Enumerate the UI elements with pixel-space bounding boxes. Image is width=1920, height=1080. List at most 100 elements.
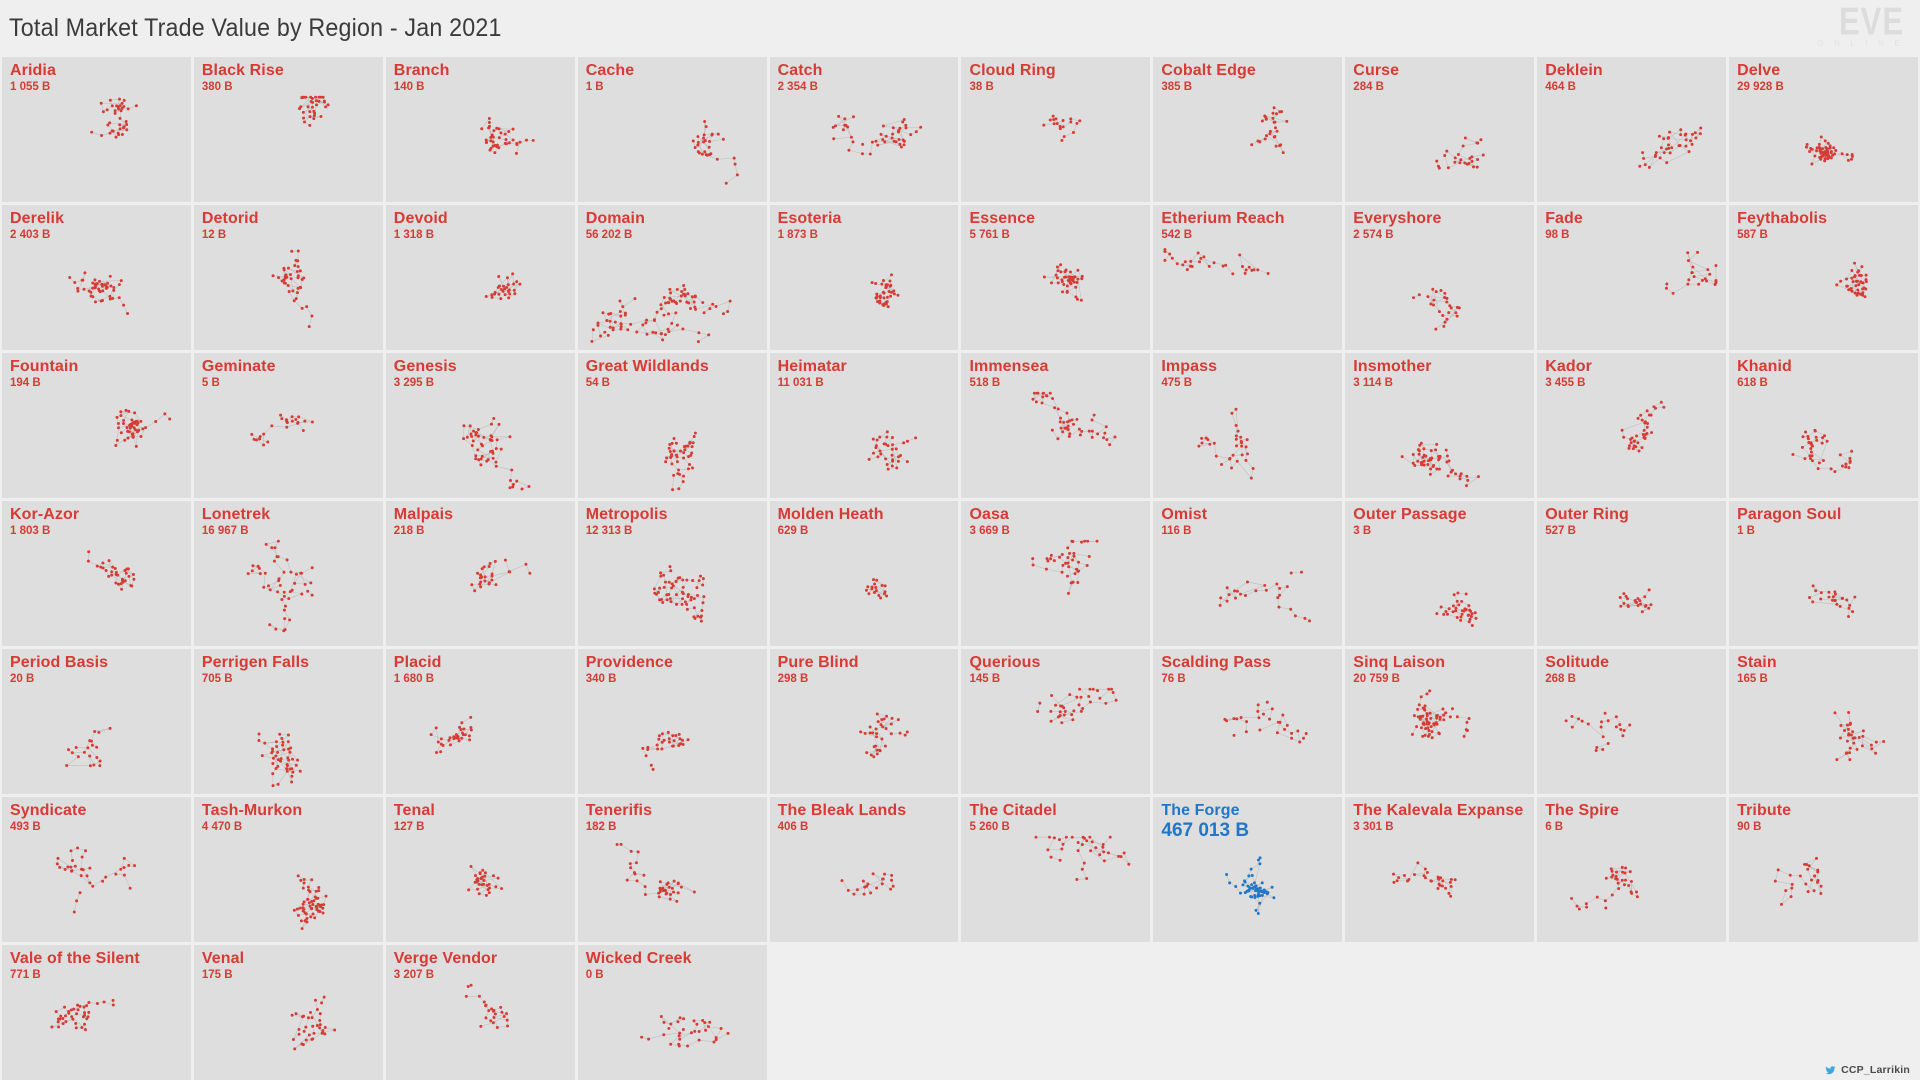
region-value: 464 B — [1545, 81, 1576, 93]
region-cell[interactable]: Devoid 1 318 B — [385, 205, 575, 350]
region-cell[interactable]: The Kalevala Expanse 3 301 B — [1345, 797, 1535, 942]
region-name: Essence — [969, 210, 1036, 227]
region-cell[interactable]: Fade 98 B — [1537, 205, 1727, 350]
region-cell[interactable]: Outer Ring 527 B — [1537, 501, 1727, 646]
region-value: 518 B — [969, 377, 1001, 389]
region-cell[interactable]: Essence 5 761 B — [961, 205, 1151, 350]
region-cell[interactable]: Providence 340 B — [577, 649, 767, 794]
region-grid: Aridia 1 055 B Black Rise 380 B Branch 140 B C… — [0, 57, 1920, 1080]
region-cell[interactable]: Great Wildlands 54 B — [577, 353, 767, 498]
region-cell[interactable]: Feythabolis 587 B — [1729, 205, 1918, 350]
region-cell[interactable]: Metropolis 12 313 B — [577, 501, 767, 646]
region-cell[interactable]: Branch 140 B — [385, 57, 575, 202]
region-cell[interactable]: Tenerifis 182 B — [577, 797, 767, 942]
eve-logo-wordmark: EVE — [1838, 0, 1904, 44]
region-value: 3 301 B — [1353, 821, 1394, 833]
credit: CCP_Larrikin — [1824, 1064, 1910, 1076]
region-cell[interactable]: Kor-Azor 1 803 B — [2, 501, 191, 646]
region-cell[interactable]: Vale of the Silent 771 B — [2, 945, 191, 1080]
region-cell[interactable]: The Spire 6 B — [1537, 797, 1727, 942]
region-cell[interactable]: Domain 56 202 B — [577, 205, 767, 350]
region-name: Placid — [393, 654, 442, 671]
region-value: 12 313 B — [585, 525, 633, 537]
region-cell[interactable]: Omist 116 B — [1153, 501, 1343, 646]
region-cell[interactable]: Cobalt Edge 385 B — [1153, 57, 1343, 202]
region-name: Great Wildlands — [585, 358, 709, 375]
region-value: 618 B — [1737, 377, 1768, 389]
region-cell[interactable]: Insmother 3 114 B — [1345, 353, 1535, 498]
region-value: 268 B — [1545, 673, 1576, 685]
region-cell[interactable]: Lonetrek 16 967 B — [193, 501, 383, 646]
region-cell[interactable]: Delve 29 928 B — [1729, 57, 1918, 202]
region-cell[interactable]: Paragon Soul 1 B — [1729, 501, 1918, 646]
region-cell[interactable]: Detorid 12 B — [193, 205, 383, 350]
region-value: 218 B — [393, 525, 425, 537]
region-cell[interactable]: Tribute 90 B — [1729, 797, 1918, 942]
region-value: 6 B — [1545, 821, 1564, 833]
region-name: Delve — [1737, 62, 1781, 79]
region-cell[interactable]: The Bleak Lands 406 B — [769, 797, 959, 942]
region-value: 5 B — [201, 377, 220, 389]
region-cell[interactable]: The Citadel 5 260 B — [961, 797, 1151, 942]
region-cell[interactable]: Sinq Laison 20 759 B — [1345, 649, 1535, 794]
region-cell[interactable]: Tenal 127 B — [385, 797, 575, 942]
region-cell[interactable]: Immensea 518 B — [961, 353, 1151, 498]
region-cell[interactable]: Everyshore 2 574 B — [1345, 205, 1535, 350]
region-cell[interactable]: Etherium Reach 542 B — [1153, 205, 1343, 350]
region-cell[interactable]: Khanid 618 B — [1729, 353, 1918, 498]
region-cell[interactable]: The Forge 467 013 B — [1153, 797, 1343, 942]
region-name: Esoteria — [777, 210, 842, 227]
region-name: Verge Vendor — [393, 950, 498, 967]
region-cell[interactable]: Solitude 268 B — [1537, 649, 1727, 794]
region-cell[interactable]: Heimatar 11 031 B — [769, 353, 959, 498]
region-name: Everyshore — [1353, 210, 1442, 227]
region-cell[interactable]: Curse 284 B — [1345, 57, 1535, 202]
region-cell[interactable]: Molden Heath 629 B — [769, 501, 959, 646]
region-cell[interactable]: Querious 145 B — [961, 649, 1151, 794]
region-cell[interactable]: Pure Blind 298 B — [769, 649, 959, 794]
region-value: 116 B — [1161, 525, 1192, 537]
region-name: Cloud Ring — [969, 62, 1056, 79]
region-cell[interactable]: Perrigen Falls 705 B — [193, 649, 383, 794]
region-cell[interactable]: Syndicate 493 B — [2, 797, 191, 942]
region-value: 380 B — [201, 81, 233, 93]
region-cell[interactable]: Geminate 5 B — [193, 353, 383, 498]
region-name: Sinq Laison — [1353, 654, 1446, 671]
region-name: Pure Blind — [777, 654, 859, 671]
region-cell[interactable]: Malpais 218 B — [385, 501, 575, 646]
region-value: 20 B — [10, 673, 35, 685]
region-cell[interactable]: Venal 175 B — [193, 945, 383, 1080]
region-cell[interactable]: Catch 2 354 B — [769, 57, 959, 202]
region-name: Syndicate — [10, 802, 87, 819]
region-cell[interactable]: Tash-Murkon 4 470 B — [193, 797, 383, 942]
region-name: Devoid — [393, 210, 448, 227]
region-cell[interactable]: Kador 3 455 B — [1537, 353, 1727, 498]
region-value: 20 759 B — [1353, 673, 1400, 685]
region-name: The Bleak Lands — [777, 802, 907, 819]
region-cell[interactable]: Esoteria 1 873 B — [769, 205, 959, 350]
region-cell[interactable]: Aridia 1 055 B — [2, 57, 191, 202]
region-cell[interactable]: Scalding Pass 76 B — [1153, 649, 1343, 794]
region-name: Period Basis — [10, 654, 109, 671]
region-value: 90 B — [1737, 821, 1762, 833]
region-cell[interactable]: Black Rise 380 B — [193, 57, 383, 202]
region-cell[interactable]: Verge Vendor 3 207 B — [385, 945, 575, 1080]
region-cell[interactable]: Outer Passage 3 B — [1345, 501, 1535, 646]
region-cell[interactable]: Fountain 194 B — [2, 353, 191, 498]
region-cell[interactable]: Cloud Ring 38 B — [961, 57, 1151, 202]
region-name: Etherium Reach — [1161, 210, 1285, 227]
region-cell[interactable]: Impass 475 B — [1153, 353, 1343, 498]
region-cell[interactable]: Genesis 3 295 B — [385, 353, 575, 498]
region-name: Perrigen Falls — [201, 654, 310, 671]
region-cell[interactable]: Cache 1 B — [577, 57, 767, 202]
region-cell[interactable]: Period Basis 20 B — [2, 649, 191, 794]
empty-cell — [961, 945, 1151, 1080]
region-cell[interactable]: Wicked Creek 0 B — [577, 945, 767, 1080]
region-cell[interactable]: Placid 1 680 B — [385, 649, 575, 794]
region-cell[interactable]: Stain 165 B — [1729, 649, 1918, 794]
dashboard-root: Total Market Trade Value by Region - Jan… — [0, 0, 1920, 1080]
region-cell[interactable]: Derelik 2 403 B — [2, 205, 191, 350]
region-cell[interactable]: Deklein 464 B — [1537, 57, 1727, 202]
region-cell[interactable]: Oasa 3 669 B — [961, 501, 1151, 646]
region-value: 493 B — [10, 821, 41, 833]
